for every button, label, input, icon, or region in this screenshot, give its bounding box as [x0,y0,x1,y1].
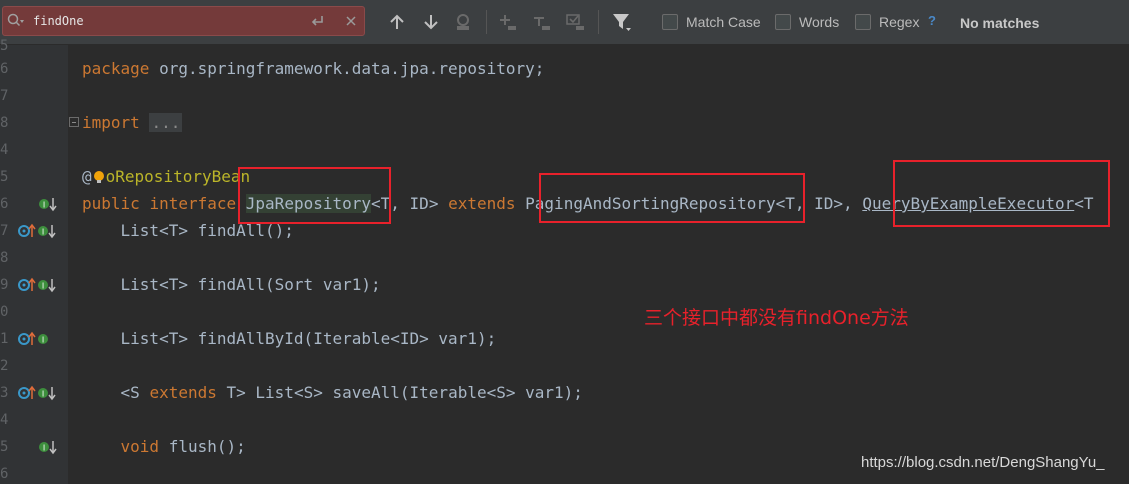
history-icon[interactable] [310,13,326,29]
toolbar-divider [598,10,599,34]
fold-toggle-icon[interactable] [69,117,79,127]
keyword: public [82,194,140,213]
keyword: package [82,59,150,78]
intention-bulb-icon[interactable] [92,170,106,184]
line-number: 7 [0,88,9,104]
keyword: void [120,437,160,456]
package-name: org.springframework.data.jpa.repository; [149,59,545,78]
arrow-up-icon[interactable] [387,12,407,32]
highlight-box-querybyexample [893,160,1110,227]
words-option[interactable]: Words [775,12,839,32]
select-all-occurrences-icon[interactable] [565,12,585,32]
code-line-method: List<T> findAllById(Iterable<ID> var1); [82,329,497,348]
override-implemented-icon[interactable]: I [18,331,58,347]
toolbar-divider [486,10,487,34]
line-number: 2 [0,358,9,374]
match-case-checkbox[interactable] [662,14,678,30]
line-number: 0 [0,304,9,320]
code-fragment: flush(); [159,437,246,456]
code-line-package: package org.springframework.data.jpa.rep… [82,59,544,79]
highlight-box-pagingandsorting [539,173,805,223]
svg-text:I: I [42,228,44,237]
svg-text:I: I [43,201,45,210]
arrow-down-icon[interactable] [421,12,441,32]
line-number: 9 [0,277,9,293]
search-icon[interactable] [7,13,25,29]
code-line-annotation: @ oRepositoryBean [82,167,250,187]
regex-checkbox[interactable] [855,14,871,30]
remove-occurrence-icon[interactable] [531,12,551,32]
add-occurrence-icon[interactable] [497,12,517,32]
code-line-import: import ... [82,113,183,133]
line-number: 6 [0,466,9,482]
folded-imports[interactable]: ... [149,113,183,132]
override-implemented-icon[interactable]: I [18,277,58,293]
words-label: Words [799,14,840,30]
override-implemented-icon[interactable]: I [18,385,58,401]
line-number: 6 [0,61,9,77]
code-fragment: T> List<S> saveAll(Iterable<S> var1); [216,383,583,402]
line-number: 8 [0,115,9,131]
keyword: extends [448,194,516,213]
keyword: extends [149,383,217,402]
line-number: 5 [0,38,9,54]
words-checkbox[interactable] [775,14,791,30]
filter-icon[interactable] [612,12,632,32]
search-status: No matches [960,15,1040,31]
keyword: interface [149,194,237,213]
clear-icon[interactable] [343,13,359,29]
line-number: 5 [0,439,9,455]
search-input[interactable] [33,11,303,31]
line-number: 6 [0,196,9,212]
regex-help-link[interactable]: ? [928,13,936,28]
code-line-method: <S extends T> List<S> saveAll(Iterable<S… [82,383,583,403]
line-number: 7 [0,223,9,239]
svg-text:I: I [42,282,44,291]
find-toolbar: Match Case Words Regex ? No matches [0,0,1129,45]
annotation-name: oRepositoryBean [105,167,251,186]
code-fragment [82,437,121,456]
code-line-method: List<T> findAll(); [82,221,294,240]
match-case-label: Match Case [686,14,761,30]
keyword: import [82,113,140,132]
line-number: 4 [0,142,9,158]
svg-text:I: I [43,444,45,453]
line-number: 3 [0,385,9,401]
override-implemented-icon[interactable]: I [18,223,58,239]
line-number: 4 [0,412,9,428]
svg-text:I: I [42,336,44,345]
code-line-method: void flush(); [82,437,246,457]
regex-label: Regex [879,14,920,30]
highlight-box-jparepository [238,167,391,224]
annotation-note: 三个接口中都没有findOne方法 [644,307,909,329]
code-fragment: <S [82,383,150,402]
line-number: 1 [0,331,9,347]
match-case-option[interactable]: Match Case [662,12,761,32]
annotation-at: @ [82,167,92,186]
line-number: 8 [0,250,9,266]
search-field[interactable] [2,6,365,36]
code-line-method: List<T> findAll(Sort var1); [82,275,381,294]
regex-option[interactable]: Regex [855,12,919,32]
line-number: 5 [0,169,9,185]
find-all-icon[interactable] [453,12,473,32]
implemented-by-icon[interactable]: I [38,439,60,455]
svg-text:I: I [42,390,44,399]
watermark: https://blog.csdn.net/DengShangYu_ [861,454,1105,471]
implemented-by-icon[interactable]: I [38,196,60,212]
